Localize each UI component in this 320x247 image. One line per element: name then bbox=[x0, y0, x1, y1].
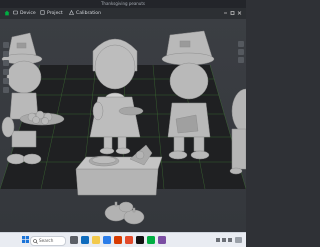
device-icon bbox=[13, 10, 18, 15]
window-title: Thanksgiving peanuts bbox=[100, 1, 145, 6]
start-icon[interactable] bbox=[22, 236, 29, 243]
3d-viewport[interactable] bbox=[0, 19, 246, 232]
tab-calibration-label: Calibration bbox=[76, 11, 101, 16]
tab-device[interactable]: Device bbox=[13, 10, 36, 17]
search-icon bbox=[33, 238, 38, 244]
edge-icon[interactable] bbox=[81, 236, 89, 244]
tab-project-label: Project bbox=[47, 11, 63, 16]
tab-project[interactable]: Project bbox=[40, 10, 63, 17]
app-icon-1[interactable] bbox=[114, 236, 122, 244]
title-bar: Thanksgiving peanuts bbox=[0, 0, 246, 8]
tab-calibration[interactable]: Calibration bbox=[69, 10, 101, 17]
tab-device-label: Device bbox=[20, 11, 36, 16]
home-icon[interactable] bbox=[4, 10, 10, 16]
pilgrim-figure-far-right bbox=[229, 88, 246, 175]
app-icon-4[interactable] bbox=[158, 236, 166, 244]
calibration-icon bbox=[69, 10, 74, 15]
task-view-icon[interactable] bbox=[70, 236, 78, 244]
app-icon-2[interactable] bbox=[125, 236, 133, 244]
file-explorer-icon[interactable] bbox=[92, 236, 100, 244]
app-icon-3[interactable] bbox=[136, 236, 144, 244]
store-icon[interactable] bbox=[103, 236, 111, 244]
window-controls[interactable] bbox=[223, 10, 243, 16]
system-tray[interactable] bbox=[215, 235, 243, 245]
project-icon bbox=[40, 10, 45, 15]
taskbar: Search bbox=[0, 232, 246, 247]
taskbar-search[interactable]: Search bbox=[30, 236, 66, 246]
bambu-studio-icon[interactable] bbox=[147, 236, 155, 244]
pumpkins bbox=[104, 201, 145, 225]
search-placeholder: Search bbox=[39, 238, 54, 243]
viewport-tools-left[interactable] bbox=[2, 41, 10, 93]
build-plate-scene bbox=[0, 30, 246, 225]
viewport-tools-right[interactable] bbox=[237, 40, 245, 64]
